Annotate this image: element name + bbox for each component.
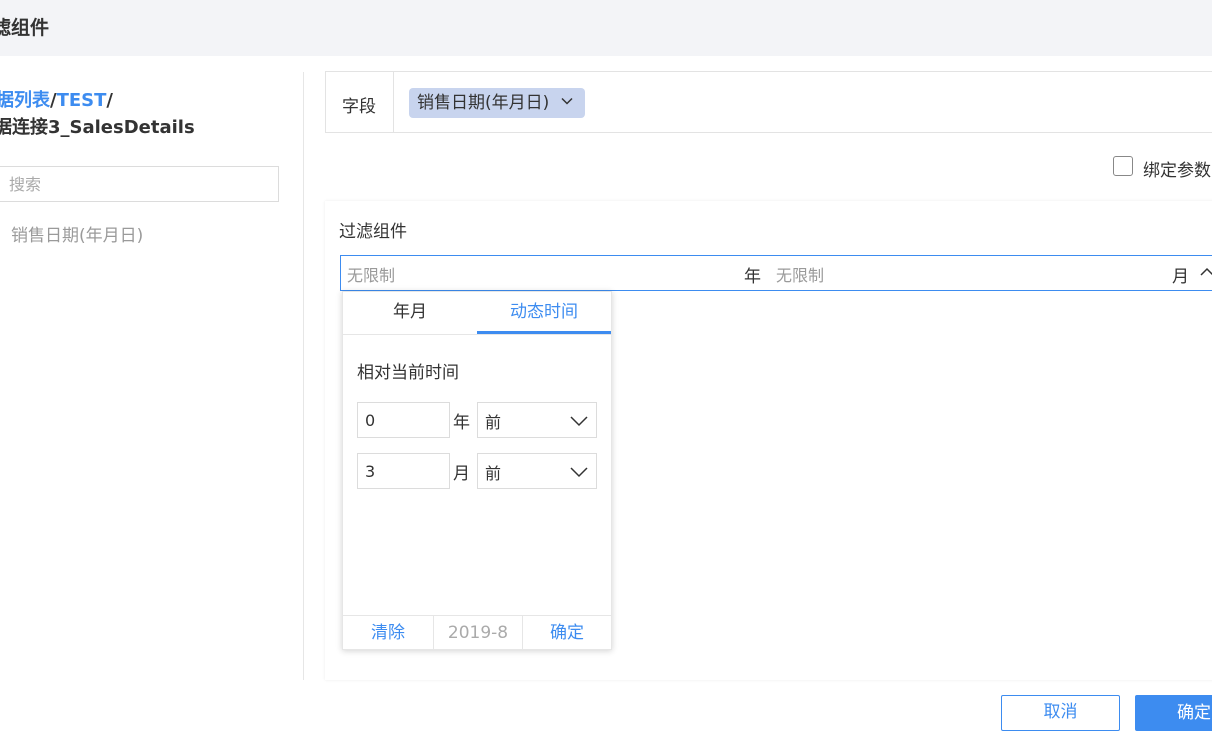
cancel-button[interactable]: 取消 [1001, 695, 1120, 731]
preview-title: 过滤组件 [339, 222, 407, 242]
month-direction-select[interactable]: 前 [477, 453, 597, 489]
confirm-button[interactable]: 确定 [1135, 695, 1212, 731]
breadcrumb-current: 据连接3_SalesDetails [0, 117, 195, 138]
field-tag-label: 销售日期(年月日) [417, 93, 550, 113]
breadcrumb-separator: / [106, 90, 113, 111]
range-start-unit: 年 [744, 267, 761, 287]
month-direction-value: 前 [485, 464, 502, 483]
dialog-header [0, 0, 1212, 56]
range-end-unit: 月 [1172, 267, 1189, 287]
bind-param-label: 绑定参数 [1143, 161, 1211, 181]
breadcrumb: 据列表/TEST/ [0, 86, 113, 112]
chevron-down-icon [570, 416, 588, 427]
field-row: 字段 销售日期(年月日) [325, 71, 1212, 133]
relative-time-label: 相对当前时间 [357, 363, 459, 383]
tab-year-month[interactable]: 年月 [343, 292, 477, 334]
bind-param-checkbox[interactable] [1113, 156, 1133, 176]
tab-divider [343, 334, 611, 335]
left-pane [0, 56, 304, 742]
year-unit-label: 年 [453, 413, 470, 433]
current-date-display: 2019-8 [447, 623, 509, 643]
dynamic-time-picker: 年月 动态时间 相对当前时间 年 前 月 前 清除 2019-8 确定 [342, 291, 612, 650]
year-offset-input[interactable] [357, 402, 450, 438]
clear-button[interactable]: 清除 [343, 616, 433, 650]
year-direction-select[interactable]: 前 [477, 402, 597, 438]
range-end-placeholder[interactable]: 无限制 [776, 262, 824, 286]
breadcrumb-separator: / [50, 90, 57, 111]
field-label: 字段 [342, 97, 376, 117]
field-list-item[interactable]: 销售日期(年月日) [11, 221, 143, 246]
picker-confirm-button[interactable]: 确定 [523, 616, 611, 650]
breadcrumb-link-test[interactable]: TEST [57, 90, 107, 111]
range-start-placeholder[interactable]: 无限制 [347, 262, 395, 286]
chevron-down-icon [570, 467, 588, 478]
year-direction-value: 前 [485, 413, 502, 432]
breadcrumb-link-datalist[interactable]: 据列表 [0, 90, 50, 111]
tab-dynamic-time[interactable]: 动态时间 [477, 292, 611, 334]
pane-divider [303, 72, 304, 680]
dialog-title: 滤组件 [0, 17, 50, 39]
chevron-down-icon [561, 97, 573, 105]
field-label-cell: 字段 [326, 72, 394, 132]
chevron-up-icon[interactable] [1200, 265, 1212, 279]
field-tag[interactable]: 销售日期(年月日) [409, 88, 586, 118]
search-input[interactable] [0, 166, 279, 202]
month-unit-label: 月 [453, 464, 470, 484]
month-offset-input[interactable] [357, 453, 450, 489]
